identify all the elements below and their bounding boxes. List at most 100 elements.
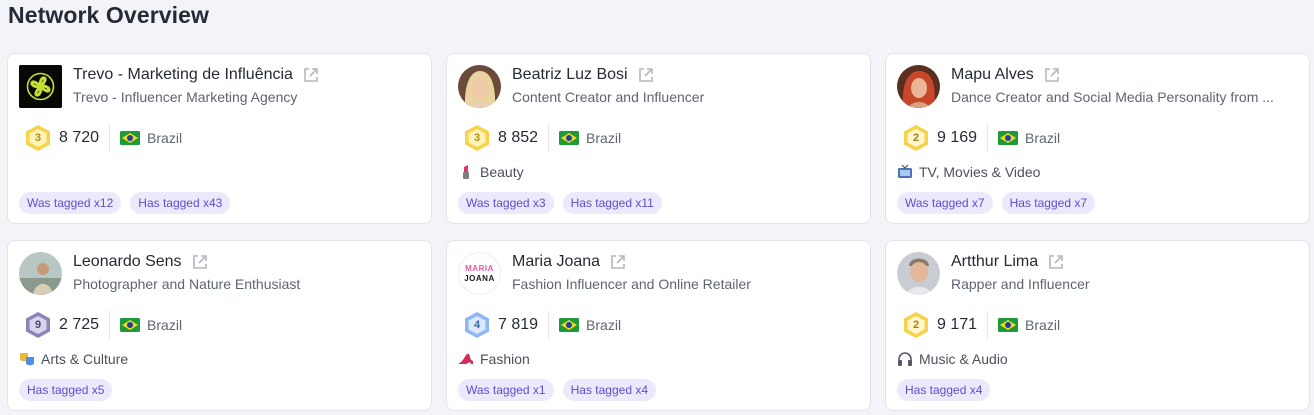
category: Beauty — [458, 164, 524, 180]
level-badge: 3 — [25, 124, 51, 152]
page-title: Network Overview — [8, 2, 210, 28]
external-link-icon[interactable] — [191, 253, 209, 271]
was-tagged-chip[interactable]: Was tagged x3 — [458, 192, 554, 214]
avatar[interactable]: MARIA JOANA — [458, 252, 501, 295]
avatar-logo-line1: MARIA — [465, 263, 494, 273]
influencer-card-beatriz[interactable]: Beatriz Luz Bosi Content Creator and Inf… — [446, 53, 871, 224]
was-tagged-chip[interactable]: Was tagged x7 — [897, 192, 993, 214]
stats-row: 4 7 819 Brazil — [464, 311, 621, 339]
brazil-flag-icon — [120, 318, 141, 332]
influencer-description: Fashion Influencer and Online Retailer — [512, 276, 751, 292]
country: Brazil — [147, 317, 183, 333]
influencer-card-leonardo[interactable]: Leonardo Sens Photographer and Nature En… — [7, 240, 432, 411]
external-link-icon[interactable] — [302, 66, 320, 84]
influencer-card-trevo[interactable]: Trevo - Marketing de Influência Trevo - … — [7, 53, 432, 224]
influencer-card-maria-joana[interactable]: MARIA JOANA Maria Joana Fashion Influenc… — [446, 240, 871, 411]
stats-row: 2 9 169 Brazil — [903, 124, 1060, 152]
brazil-flag-icon — [559, 131, 580, 145]
stats-row: 3 8 720 Brazil — [25, 124, 182, 152]
has-tagged-chip[interactable]: Has tagged x5 — [19, 379, 113, 401]
has-tagged-chip[interactable]: Has tagged x7 — [1001, 192, 1095, 214]
category: TV, Movies & Video — [897, 164, 1040, 180]
influencer-card-mapu[interactable]: Mapu Alves Dance Creator and Social Medi… — [885, 53, 1310, 224]
avatar-logo-line2: JOANA — [464, 273, 495, 283]
influencer-name[interactable]: Leonardo Sens — [73, 253, 182, 271]
divider — [109, 124, 111, 152]
follower-count: 8 720 — [59, 129, 100, 146]
influencer-name[interactable]: Beatriz Luz Bosi — [512, 66, 628, 84]
follower-count: 9 169 — [937, 129, 978, 146]
has-tagged-chip[interactable]: Has tagged x11 — [562, 192, 662, 214]
avatar[interactable] — [19, 252, 62, 295]
brazil-flag-icon — [998, 318, 1019, 332]
lipstick-icon — [463, 165, 469, 179]
category: Arts & Culture — [19, 351, 128, 367]
influencer-name[interactable]: Maria Joana — [512, 253, 600, 271]
brazil-flag-icon — [120, 131, 141, 145]
network-grid: Trevo - Marketing de Influência Trevo - … — [7, 53, 1310, 411]
stats-row: 2 9 171 Brazil — [903, 311, 1060, 339]
tag-list: Has tagged x4 — [897, 379, 991, 401]
external-link-icon[interactable] — [1047, 253, 1065, 271]
brazil-flag-icon — [998, 131, 1019, 145]
external-link-icon[interactable] — [637, 66, 655, 84]
was-tagged-chip[interactable]: Was tagged x1 — [458, 379, 554, 401]
influencer-description: Dance Creator and Social Media Personali… — [951, 89, 1274, 105]
divider — [548, 124, 550, 152]
country: Brazil — [586, 317, 622, 333]
divider — [987, 311, 989, 339]
divider — [109, 311, 111, 339]
category-label: Music & Audio — [919, 351, 1008, 367]
influencer-name[interactable]: Mapu Alves — [951, 66, 1034, 84]
stats-row: 3 8 852 Brazil — [464, 124, 621, 152]
influencer-name[interactable]: Trevo - Marketing de Influência — [73, 66, 293, 84]
tag-list: Was tagged x3 Has tagged x11 — [458, 192, 662, 214]
follower-count: 7 819 — [498, 316, 539, 333]
category: Music & Audio — [897, 351, 1008, 367]
tag-list: Was tagged x12 Has tagged x43 — [19, 192, 231, 214]
influencer-name[interactable]: Artthur Lima — [951, 253, 1038, 271]
avatar[interactable] — [19, 65, 62, 108]
tag-list: Has tagged x5 — [19, 379, 113, 401]
was-tagged-chip[interactable]: Was tagged x12 — [19, 192, 122, 214]
level-badge: 3 — [464, 124, 490, 152]
influencer-description: Rapper and Influencer — [951, 276, 1090, 292]
influencer-description: Photographer and Nature Enthusiast — [73, 276, 301, 292]
tag-list: Was tagged x1 Has tagged x4 — [458, 379, 656, 401]
brazil-flag-icon — [559, 318, 580, 332]
external-link-icon[interactable] — [1043, 66, 1061, 84]
category-label: Arts & Culture — [41, 351, 129, 367]
category-label: TV, Movies & Video — [919, 164, 1041, 180]
tag-list: Was tagged x7 Has tagged x7 — [897, 192, 1095, 214]
country: Brazil — [147, 130, 183, 146]
divider — [548, 311, 550, 339]
level-badge: 9 — [25, 311, 51, 339]
avatar[interactable] — [897, 252, 940, 295]
has-tagged-chip[interactable]: Has tagged x4 — [897, 379, 991, 401]
stats-row: 9 2 725 Brazil — [25, 311, 182, 339]
follower-count: 9 171 — [937, 316, 978, 333]
external-link-icon[interactable] — [609, 253, 627, 271]
level-badge: 2 — [903, 311, 929, 339]
country: Brazil — [586, 130, 622, 146]
avatar[interactable] — [897, 65, 940, 108]
has-tagged-chip[interactable]: Has tagged x4 — [562, 379, 656, 401]
category: Fashion — [458, 351, 530, 367]
level-badge: 2 — [903, 124, 929, 152]
influencer-card-artthur[interactable]: Artthur Lima Rapper and Influencer 2 9 1… — [885, 240, 1310, 411]
influencer-description: Content Creator and Influencer — [512, 89, 705, 105]
influencer-description: Trevo - Influencer Marketing Agency — [73, 89, 298, 105]
follower-count: 8 852 — [498, 129, 539, 146]
tv-icon — [898, 164, 912, 178]
theater-masks-icon — [20, 353, 34, 366]
avatar[interactable] — [458, 65, 501, 108]
has-tagged-chip[interactable]: Has tagged x43 — [130, 192, 231, 214]
divider — [987, 124, 989, 152]
high-heel-icon — [459, 354, 473, 364]
country: Brazil — [1025, 317, 1061, 333]
category-label: Beauty — [480, 164, 524, 180]
headphones-icon — [898, 352, 912, 366]
category-label: Fashion — [480, 351, 530, 367]
country: Brazil — [1025, 130, 1061, 146]
follower-count: 2 725 — [59, 316, 100, 333]
